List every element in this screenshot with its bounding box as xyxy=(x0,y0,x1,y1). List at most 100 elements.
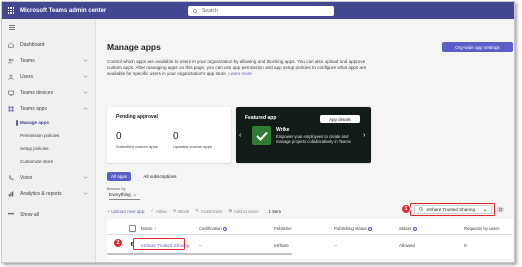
search-placeholder: Search xyxy=(202,8,218,14)
sidebar-item-users[interactable]: Users xyxy=(2,72,96,82)
sidebar-item-label: Teams devices xyxy=(20,90,54,96)
add-team-icon: ⊞ xyxy=(228,208,233,213)
prev-arrow-icon[interactable]: ‹ xyxy=(239,132,241,139)
sort-icon: ↑ xyxy=(153,226,157,231)
header-divider xyxy=(107,234,513,235)
cell-publishing-status: -- xyxy=(334,243,338,248)
chevron-down-icon xyxy=(83,59,88,62)
learn-more-link[interactable]: Learn more xyxy=(228,71,252,76)
column-header-status[interactable]: Status i xyxy=(399,226,417,231)
apps-toolbar: + Upload new app ✓ Allow ⊘ Block ✎ Customize… xyxy=(107,207,281,215)
page-title: Manage apps xyxy=(107,42,161,52)
sidebar-subitem-setup-policies[interactable]: Setup policies xyxy=(2,144,96,153)
chevron-down-icon xyxy=(83,192,88,195)
sidebar-item-label: Show all xyxy=(20,212,39,218)
sidebar-item-teams[interactable]: Teams xyxy=(2,56,96,66)
column-header-name[interactable]: Name ↑ xyxy=(141,226,156,231)
column-header-publisher[interactable]: Publisher xyxy=(274,226,292,231)
apps-icon xyxy=(8,106,14,112)
next-arrow-icon[interactable]: › xyxy=(363,132,365,139)
teams-icon xyxy=(8,58,14,64)
featured-app-name: Wrike xyxy=(276,127,290,133)
org-wide-app-settings-button[interactable]: Org-wide app settings xyxy=(442,42,513,52)
chevron-down-icon xyxy=(133,193,137,196)
browse-by-label: Browse by xyxy=(107,186,126,191)
sidebar-subitem-customize-store[interactable]: Customize store xyxy=(2,157,96,166)
sidebar-item-teams-devices[interactable]: Teams devices xyxy=(2,88,96,98)
sidebar-item-label: Analytics & reports xyxy=(20,191,62,197)
sidebar-item-label: Teams xyxy=(20,58,35,64)
submitted-count: 0 xyxy=(116,131,122,142)
sidebar: Dashboard Teams Users Teams devices Team… xyxy=(2,19,96,262)
pending-approval-title: Pending approval xyxy=(116,114,158,120)
block-icon: ⊘ xyxy=(172,208,177,213)
check-icon: ✓ xyxy=(150,208,155,213)
app-details-button[interactable]: App details xyxy=(320,115,360,123)
info-icon: i xyxy=(412,226,417,231)
sidebar-subitem-manage-apps[interactable]: Manage apps xyxy=(2,118,96,127)
global-search-input[interactable]: Search xyxy=(188,6,334,16)
cell-status: Allowed xyxy=(399,243,416,248)
tab-all-subscriptions[interactable]: All subscriptions xyxy=(135,172,185,181)
updated-label: Updated custom apps xyxy=(173,144,212,149)
customize-button[interactable]: ✎ Customize xyxy=(195,208,222,214)
horizontal-scrollbar[interactable] xyxy=(107,253,292,255)
chevron-down-icon xyxy=(83,176,88,179)
users-icon xyxy=(8,74,14,80)
edit-icon: ✎ xyxy=(195,208,200,213)
upload-new-app-button[interactable]: + Upload new app xyxy=(107,209,144,214)
sidebar-item-label: Users xyxy=(20,74,34,80)
app-name-link[interactable]: eShare Trusted Sharing xyxy=(141,243,190,248)
hamburger-icon[interactable] xyxy=(9,25,15,30)
app-window: Microsoft Teams admin center Search Dash… xyxy=(1,1,515,263)
featured-app-label: Featured app xyxy=(245,115,277,121)
app-search-value: eShare Trusted Sharing xyxy=(426,207,476,212)
cell-publisher: eShare xyxy=(274,243,289,248)
info-icon: i xyxy=(368,226,372,231)
sidebar-item-analytics[interactable]: Analytics & reports xyxy=(2,189,96,199)
app-search-input[interactable]: eShare Trusted Sharing ✕ xyxy=(414,205,492,214)
submitted-label: Submitted custom apps xyxy=(116,144,158,149)
info-icon: i xyxy=(223,226,228,231)
phone-icon xyxy=(8,175,14,181)
callout-badge-2: 2 xyxy=(113,238,123,248)
updated-count: 0 xyxy=(173,131,179,142)
browse-by-value: Everything xyxy=(109,192,131,197)
wrike-logo-icon xyxy=(252,126,271,145)
allow-button[interactable]: ✓ Allow xyxy=(150,208,166,214)
tab-all-apps[interactable]: All apps xyxy=(107,172,131,181)
sidebar-item-show-all[interactable]: ••• Show all xyxy=(2,210,96,220)
browse-by-dropdown[interactable]: Everything xyxy=(109,192,140,200)
home-icon xyxy=(8,42,14,48)
featured-app-card: Featured app App details ‹ › Wrike Empow… xyxy=(236,107,371,163)
clear-icon[interactable]: ✕ xyxy=(483,208,487,214)
column-header-requests[interactable]: Requests by users xyxy=(464,226,500,231)
add-to-team-button[interactable]: ⊞ Add to team xyxy=(228,208,258,214)
app-title: Microsoft Teams admin center xyxy=(20,7,107,14)
sidebar-item-dashboard[interactable]: Dashboard xyxy=(2,40,96,50)
sidebar-item-label: Voice xyxy=(20,175,33,181)
sidebar-item-teams-apps[interactable]: Teams apps xyxy=(2,104,96,114)
top-bar: Microsoft Teams admin center Search xyxy=(2,2,514,19)
ellipsis-icon: ••• xyxy=(7,212,15,218)
callout-badge-1: 1 xyxy=(401,204,411,214)
column-header-publishing-status[interactable]: Publishing status i xyxy=(334,226,372,231)
featured-app-description: Empower your employees to create and man… xyxy=(276,134,351,144)
block-button[interactable]: ⊘ Block xyxy=(173,208,190,214)
intro-text: Control which apps are available to user… xyxy=(107,59,367,77)
app-icon-column-header xyxy=(129,225,136,232)
column-header-certification[interactable]: Certification i xyxy=(199,226,228,231)
sidebar-item-label: Teams apps xyxy=(20,106,47,112)
sidebar-subitem-permission-policies[interactable]: Permission policies xyxy=(2,131,96,140)
main-content: Manage apps Org-wide app settings Contro… xyxy=(97,19,514,262)
pending-approval-card: Pending approval 0 Submitted custom apps… xyxy=(107,107,231,163)
search-icon xyxy=(419,207,424,212)
item-count: 1 item xyxy=(268,208,282,214)
plus-icon: + xyxy=(107,208,110,214)
sidebar-item-voice[interactable]: Voice xyxy=(2,173,96,183)
devices-icon xyxy=(8,90,14,96)
gear-icon[interactable] xyxy=(497,206,504,213)
search-icon xyxy=(193,8,198,14)
analytics-icon xyxy=(8,191,14,197)
app-launcher-icon[interactable] xyxy=(2,2,20,19)
